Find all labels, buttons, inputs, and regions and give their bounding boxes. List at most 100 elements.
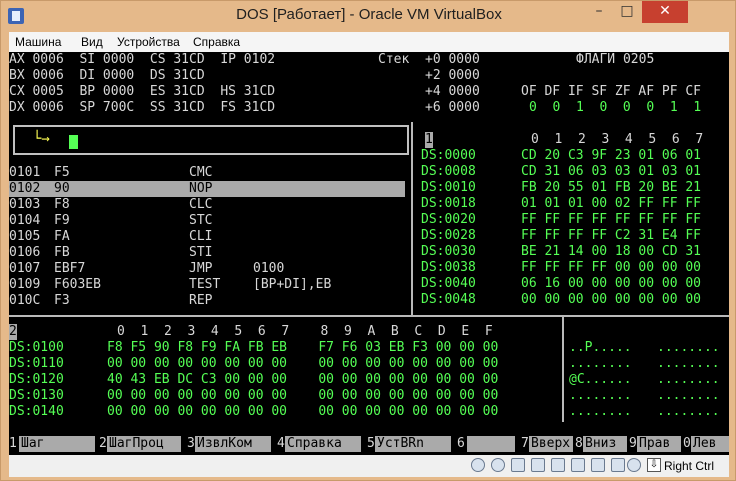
dump2-ascii: ........ [657, 388, 720, 403]
shared-folders-icon[interactable] [571, 458, 585, 472]
hard-disk-icon[interactable] [471, 458, 485, 472]
dump1-segment-address: DS:0020 [421, 212, 476, 227]
menu-devices[interactable]: Устройства [117, 35, 180, 49]
dump1-hex-bytes: FF FF FF FF 00 00 00 00 [521, 260, 702, 275]
menu-machine[interactable]: Машина [15, 35, 61, 49]
disasm-address: 0106 [9, 245, 41, 260]
dump2-hex-bytes: 00 00 00 00 00 00 00 00 00 00 00 00 00 0… [107, 404, 499, 419]
fkey-number: 1 [9, 436, 17, 451]
display-icon[interactable] [591, 458, 605, 472]
stack-row: +2 0000 [425, 68, 480, 83]
virtualbox-window: DOS [Работает] - Oracle VM VirtualBox – … [0, 0, 736, 481]
dump2-segment-address: DS:0130 [9, 388, 64, 403]
fkey-down[interactable]: Вниз [583, 436, 627, 452]
fkey-number: 9 [629, 436, 637, 451]
horizontal-divider [9, 315, 729, 317]
fkey-step[interactable]: Шаг [19, 436, 95, 452]
fkey-help[interactable]: Справка [285, 436, 361, 452]
dump1-segment-address: DS:0018 [421, 196, 476, 211]
fkey-step-over[interactable]: ШагПроц [107, 436, 181, 452]
disasm-mnemonic: CMC [189, 165, 213, 180]
command-input[interactable]: └→ [13, 125, 409, 155]
fkey-number: 8 [575, 436, 583, 451]
dump2-ascii: ..P..... [569, 340, 632, 355]
dump1-hex-bytes: FF FF FF FF FF FF FF FF [521, 212, 702, 227]
dump2-ascii: ........ [569, 404, 632, 419]
fkey-number: 0 [683, 436, 691, 451]
disasm-mnemonic: REP [189, 293, 213, 308]
stack-row: +0 0000 [425, 52, 480, 67]
fkey-set-breakpoint[interactable]: УстВRn [375, 436, 451, 452]
mouse-integration-icon[interactable] [627, 458, 641, 472]
disasm-bytes: F8 [54, 197, 70, 212]
disasm-address: 0104 [9, 213, 41, 228]
disasm-mnemonic: NOP [189, 181, 213, 197]
dump2-hex-bytes: 00 00 00 00 00 00 00 00 00 00 00 00 00 0… [107, 356, 499, 371]
disasm-address: 0102 [9, 181, 41, 197]
title-bar[interactable]: DOS [Работает] - Oracle VM VirtualBox – … [1, 1, 736, 32]
fkey-number: 7 [521, 436, 529, 451]
dump1-segment-address: DS:0008 [421, 164, 476, 179]
disasm-bytes: 90 [54, 181, 70, 197]
disasm-mnemonic: CLC [189, 197, 213, 212]
dump2-hex-bytes: 00 00 00 00 00 00 00 00 00 00 00 00 00 0… [107, 388, 499, 403]
prompt-arrow-icon: └→ [33, 131, 50, 147]
stack-row: +6 0000 [425, 100, 480, 115]
dos-screen[interactable]: AX 0006 SI 0000 CS 31CD IP 0102 BX 0006 … [9, 52, 729, 455]
disasm-operands: [BP+DI],EB [253, 277, 332, 292]
dump1-segment-address: DS:0010 [421, 180, 476, 195]
dump1-segment-address: DS:0000 [421, 148, 476, 163]
fkey-left[interactable]: Лев [691, 436, 729, 452]
disasm-mnemonic: CLI [189, 229, 213, 244]
menu-help[interactable]: Справка [193, 35, 240, 49]
dump1-segment-address: DS:0048 [421, 292, 476, 307]
disasm-bytes: FA [54, 229, 70, 244]
host-key-label: Right Ctrl [664, 459, 715, 473]
dump1-segment-address: DS:0040 [421, 276, 476, 291]
dump1-segment-address: DS:0028 [421, 228, 476, 243]
disasm-bytes: F9 [54, 213, 70, 228]
fkey-fetch[interactable]: ИзвлКом [195, 436, 271, 452]
dump2-ascii: ........ [569, 356, 632, 371]
disasm-bytes: EBF7 [54, 261, 86, 276]
flags-title: ФЛАГИ 0205 [576, 52, 655, 67]
network-icon[interactable] [531, 458, 545, 472]
dump2-ascii: @C...... [569, 372, 632, 387]
keyboard-capture-icon[interactable]: ⇩ [647, 458, 661, 472]
dump2-segment-address: DS:0140 [9, 404, 64, 419]
dump1-hex-bytes: CD 20 C3 9F 23 01 06 01 [521, 148, 702, 163]
vertical-divider [411, 122, 413, 315]
dump2-header: 0 1 2 3 4 5 6 7 8 9 A B C D E F [117, 324, 493, 339]
close-button[interactable]: ✕ [642, 1, 688, 23]
usb-icon[interactable] [551, 458, 565, 472]
registers-row-4: DX 0006 SP 700C SS 31CD FS 31CD [9, 100, 276, 115]
fkey-right[interactable]: Прав [637, 436, 681, 452]
fkey-empty[interactable] [467, 436, 515, 452]
fkey-number: 6 [457, 436, 465, 451]
registers-row-2: BX 0006 DI 0000 DS 31CD [9, 68, 205, 83]
disasm-address: 0105 [9, 229, 41, 244]
function-key-bar: 1 Шаг 2 ШагПроц 3 ИзвлКом 4 Справка 5 Ус… [9, 436, 729, 452]
dump1-hex-bytes: 01 01 01 00 02 FF FF FF [521, 196, 702, 211]
optical-drive-icon[interactable] [491, 458, 505, 472]
menu-view[interactable]: Вид [81, 35, 103, 49]
stack-row: +4 0000 [425, 84, 480, 99]
disasm-bytes: F603EB [54, 277, 101, 292]
maximize-button[interactable]: □ [614, 1, 640, 23]
fkey-up[interactable]: Вверх [529, 436, 573, 452]
ascii-divider [562, 317, 564, 422]
video-capture-icon[interactable] [611, 458, 625, 472]
minimize-button[interactable]: – [586, 1, 612, 23]
registers-row-1: AX 0006 SI 0000 CS 31CD IP 0102 [9, 52, 276, 67]
floppy-icon[interactable] [511, 458, 525, 472]
dump2-ascii: ........ [657, 340, 720, 355]
registers-row-3: CX 0005 BP 0000 ES 31CD HS 31CD [9, 84, 276, 99]
dump1-hex-bytes: BE 21 14 00 18 00 CD 31 [521, 244, 702, 259]
dump2-ascii: ........ [569, 388, 632, 403]
disasm-address: 0109 [9, 277, 41, 292]
dump2-ascii: ........ [657, 356, 720, 371]
dump1-header: 0 1 2 3 4 5 6 7 [531, 132, 704, 147]
disasm-bytes: F5 [54, 165, 70, 180]
disasm-mnemonic: STC [189, 213, 213, 228]
dump2-window-number: 2 [9, 324, 17, 340]
